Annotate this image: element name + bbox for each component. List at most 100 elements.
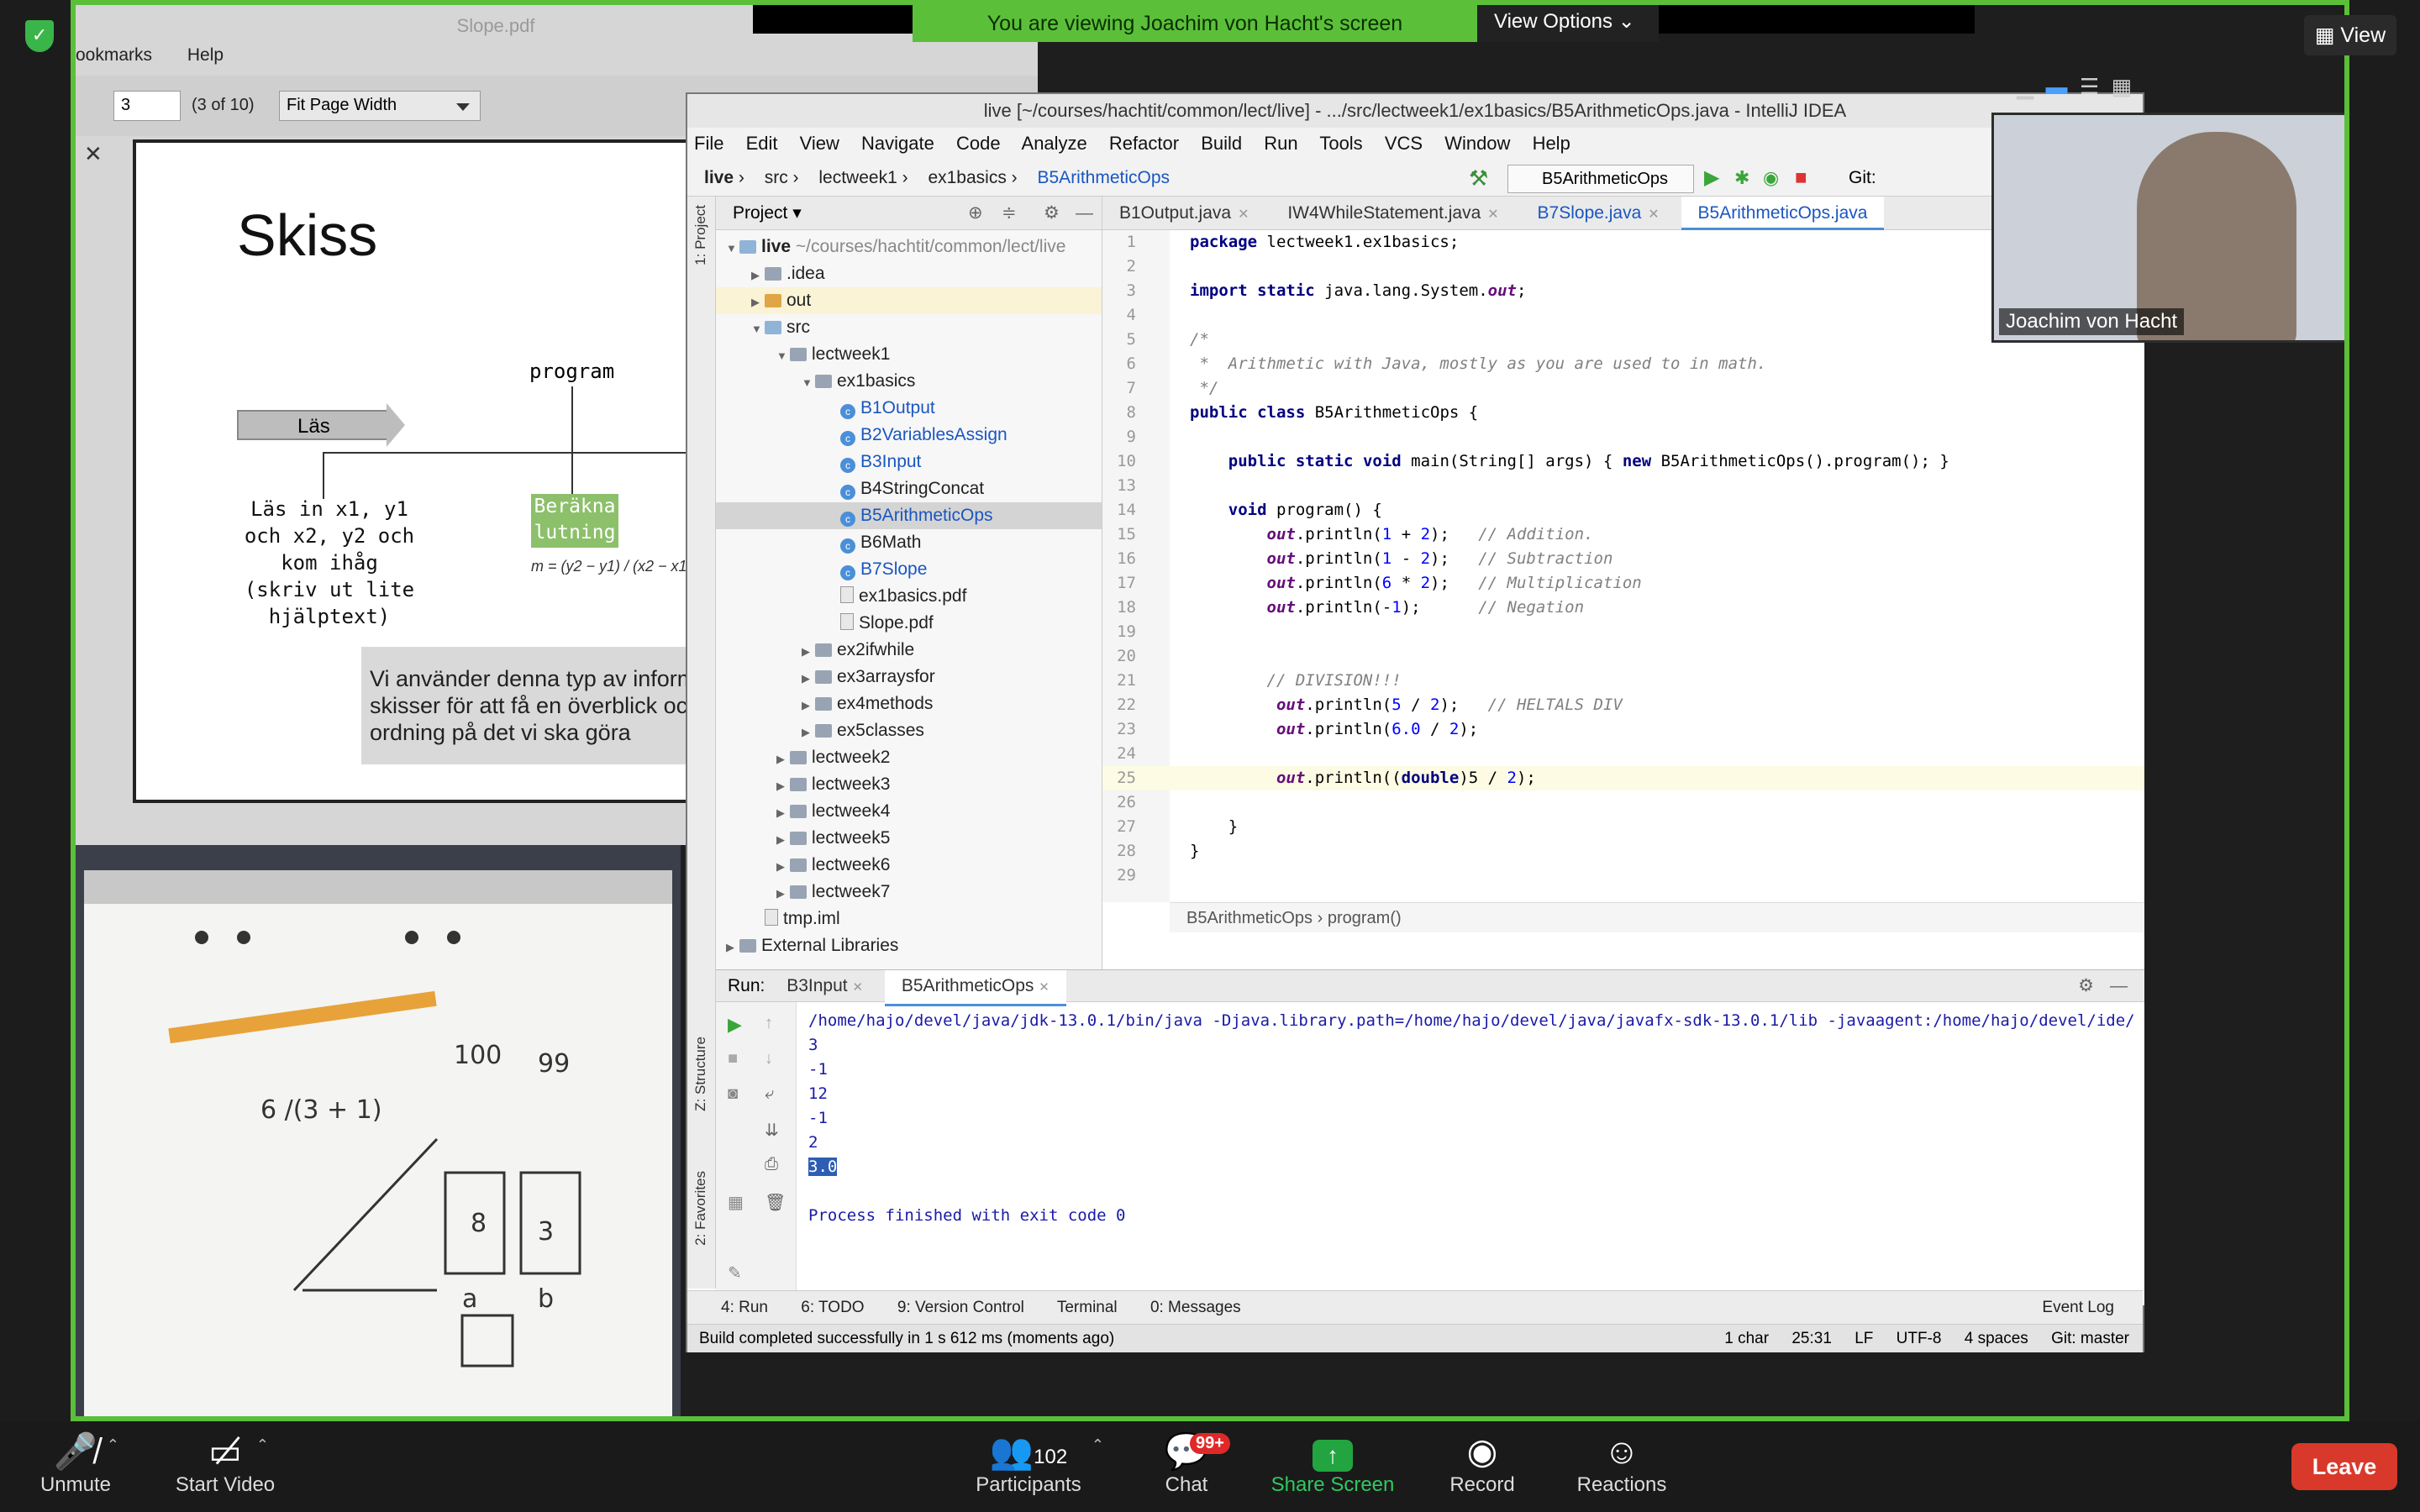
hide-panel-icon[interactable]: — bbox=[1076, 197, 1093, 230]
expand-toggle-icon[interactable]: ▶ bbox=[776, 853, 790, 880]
tree-item[interactable]: ▶ lectweek6 bbox=[716, 852, 1102, 879]
tab-b7slope[interactable]: B7Slope.java ✕ bbox=[1521, 197, 1676, 230]
menu-navigate[interactable]: Navigate bbox=[861, 133, 934, 154]
expand-toggle-icon[interactable]: ▶ bbox=[776, 880, 790, 907]
tree-item[interactable]: ▶ External Libraries bbox=[716, 932, 1102, 959]
bottom-tab-messages[interactable]: 0: Messages bbox=[1150, 1299, 1241, 1316]
pdf-menu-help[interactable]: Help bbox=[187, 45, 224, 65]
tree-item[interactable]: c B7Slope bbox=[716, 556, 1102, 583]
breadcrumb-ex1basics[interactable]: ex1basics › bbox=[928, 168, 1017, 187]
close-sidebar-icon[interactable]: ✕ bbox=[84, 141, 103, 167]
status-indent[interactable]: 4 spaces bbox=[1965, 1330, 2028, 1347]
down-icon[interactable]: ↓ bbox=[765, 1049, 773, 1068]
expand-toggle-icon[interactable]: ▶ bbox=[776, 773, 790, 800]
run-icon[interactable]: ▶ bbox=[1704, 160, 1719, 197]
tree-item[interactable]: c B4StringConcat bbox=[716, 475, 1102, 502]
project-tool-tab[interactable]: 1: Project bbox=[692, 205, 709, 265]
stop-icon[interactable]: ■ bbox=[728, 1049, 738, 1068]
status-caret[interactable]: 25:31 bbox=[1791, 1330, 1832, 1347]
editor-breadcrumb-method[interactable]: program() bbox=[1328, 909, 1402, 927]
breadcrumb-src[interactable]: src › bbox=[765, 168, 799, 187]
gear-icon[interactable]: ⚙ bbox=[2078, 970, 2094, 1002]
expand-toggle-icon[interactable]: ▶ bbox=[726, 934, 739, 961]
tree-item[interactable]: ▶ ex5classes bbox=[716, 717, 1102, 744]
code-line[interactable]: 9 bbox=[1102, 425, 2144, 449]
coverage-icon[interactable]: ◉ bbox=[1763, 160, 1779, 197]
record-button[interactable]: ◉ Record bbox=[1415, 1430, 1549, 1497]
code-line[interactable]: 8 public class B5ArithmeticOps { bbox=[1102, 401, 2144, 425]
tree-item[interactable]: ▶ .idea bbox=[716, 260, 1102, 287]
expand-toggle-icon[interactable]: ▶ bbox=[751, 262, 765, 289]
run-configuration-select[interactable]: B5ArithmeticOps bbox=[1507, 165, 1694, 193]
tree-item[interactable]: Slope.pdf bbox=[716, 610, 1102, 637]
code-line[interactable]: 23 out.println(6.0 / 2); bbox=[1102, 717, 2144, 742]
tree-item[interactable]: ▶ lectweek4 bbox=[716, 798, 1102, 825]
close-icon[interactable]: ✕ bbox=[1039, 980, 1050, 995]
collapse-icon[interactable]: ≑ bbox=[1002, 197, 1017, 230]
close-icon[interactable]: ✕ bbox=[852, 980, 863, 995]
reactions-button[interactable]: ☺ Reactions bbox=[1555, 1430, 1689, 1497]
code-line[interactable]: 10 public static void main(String[] args… bbox=[1102, 449, 2144, 474]
code-line[interactable]: 24 bbox=[1102, 742, 2144, 766]
up-icon[interactable]: ↑ bbox=[765, 1014, 773, 1033]
project-view-select[interactable]: Project bbox=[733, 203, 787, 223]
status-encoding[interactable]: UTF-8 bbox=[1897, 1330, 1942, 1347]
close-icon[interactable]: ✕ bbox=[1238, 207, 1249, 222]
run-console[interactable]: /home/hajo/devel/java/jdk-13.0.1/bin/jav… bbox=[808, 1009, 2135, 1228]
hide-panel-icon[interactable]: — bbox=[2110, 970, 2128, 1002]
menu-tools[interactable]: Tools bbox=[1319, 133, 1362, 154]
code-lines[interactable]: 1 package lectweek1.ex1basics; 2 3 import st… bbox=[1102, 230, 2144, 888]
tree-item[interactable]: ▶ out bbox=[716, 287, 1102, 314]
code-line[interactable]: 19 bbox=[1102, 620, 2144, 644]
code-line[interactable]: 3 import static java.lang.System.out; bbox=[1102, 279, 2144, 303]
status-line-sep[interactable]: LF bbox=[1854, 1330, 1873, 1347]
chevron-up-icon[interactable]: ⌃ bbox=[1092, 1436, 1104, 1454]
share-screen-button[interactable]: ↑ Share Screen bbox=[1265, 1430, 1400, 1497]
breadcrumb-live[interactable]: live › bbox=[704, 168, 744, 187]
scroll-end-icon[interactable]: ⇊ bbox=[765, 1120, 779, 1141]
expand-toggle-icon[interactable]: ▶ bbox=[802, 638, 815, 665]
rerun-icon[interactable]: ▶ bbox=[728, 1014, 742, 1036]
menu-view[interactable]: View bbox=[800, 133, 839, 154]
tree-item[interactable]: c B2VariablesAssign bbox=[716, 422, 1102, 449]
run-tab-b5arithmeticops[interactable]: B5ArithmeticOps ✕ bbox=[884, 970, 1066, 1006]
bottom-tab-vcs[interactable]: 9: Version Control bbox=[897, 1299, 1024, 1316]
expand-toggle-icon[interactable]: ▼ bbox=[802, 370, 815, 396]
expand-toggle-icon[interactable]: ▶ bbox=[802, 692, 815, 719]
camera-icon[interactable]: ◙ bbox=[728, 1084, 738, 1104]
tree-item[interactable]: ▼ ex1basics bbox=[716, 368, 1102, 395]
breadcrumb-lectweek1[interactable]: lectweek1 › bbox=[818, 168, 908, 187]
participants-button[interactable]: 👥102 Participants ⌃ bbox=[944, 1430, 1113, 1497]
gallery-view-icon[interactable]: ▦ bbox=[2112, 74, 2133, 99]
expand-toggle-icon[interactable]: ▶ bbox=[776, 800, 790, 827]
code-line[interactable]: 15 out.println(1 + 2); // Addition. bbox=[1102, 522, 2144, 547]
menu-window[interactable]: Window bbox=[1444, 133, 1510, 154]
tree-item[interactable]: ▶ ex4methods bbox=[716, 690, 1102, 717]
menu-vcs[interactable]: VCS bbox=[1385, 133, 1423, 154]
layout-icon[interactable]: ▦ bbox=[728, 1192, 744, 1213]
code-line[interactable]: 25 out.println((double)5 / 2); bbox=[1102, 766, 2144, 790]
bottom-tab-todo[interactable]: 6: TODO bbox=[801, 1299, 864, 1316]
expand-toggle-icon[interactable]: ▶ bbox=[802, 665, 815, 692]
debug-icon[interactable]: ✱ bbox=[1734, 160, 1749, 197]
strip-view-icon[interactable]: ☰ bbox=[2080, 74, 2099, 99]
start-video-button[interactable]: ▭̸ Start Video ⌃ bbox=[158, 1430, 292, 1497]
expand-toggle-icon[interactable]: ▼ bbox=[776, 343, 790, 370]
gear-icon[interactable]: ⚙ bbox=[1044, 197, 1060, 230]
bottom-tab-terminal[interactable]: Terminal bbox=[1057, 1299, 1118, 1316]
breadcrumb-class[interactable]: B5ArithmeticOps bbox=[1038, 168, 1171, 187]
view-options-button[interactable]: View Options ⌄ bbox=[1477, 5, 1659, 42]
favorites-tool-tab[interactable]: 2: Favorites bbox=[692, 1171, 709, 1246]
chat-button[interactable]: 💬 Chat 99+ bbox=[1119, 1430, 1254, 1497]
zoom-fit-select[interactable]: Fit Page Width bbox=[279, 91, 481, 121]
code-line[interactable]: 13 bbox=[1102, 474, 2144, 498]
code-line[interactable]: 22 out.println(5 / 2); // HELTALS DIV bbox=[1102, 693, 2144, 717]
trash-icon[interactable]: 🗑 bbox=[765, 1192, 786, 1213]
build-hammer-icon[interactable]: ⚒ bbox=[1469, 160, 1488, 197]
run-tab-b3input[interactable]: B3Input ✕ bbox=[770, 970, 880, 1004]
tree-item[interactable]: ▶ ex3arraysfor bbox=[716, 664, 1102, 690]
menu-file[interactable]: File bbox=[694, 133, 723, 154]
code-line[interactable]: 4 bbox=[1102, 303, 2144, 328]
menu-code[interactable]: Code bbox=[956, 133, 1001, 154]
tree-item[interactable]: ▶ ex2ifwhile bbox=[716, 637, 1102, 664]
